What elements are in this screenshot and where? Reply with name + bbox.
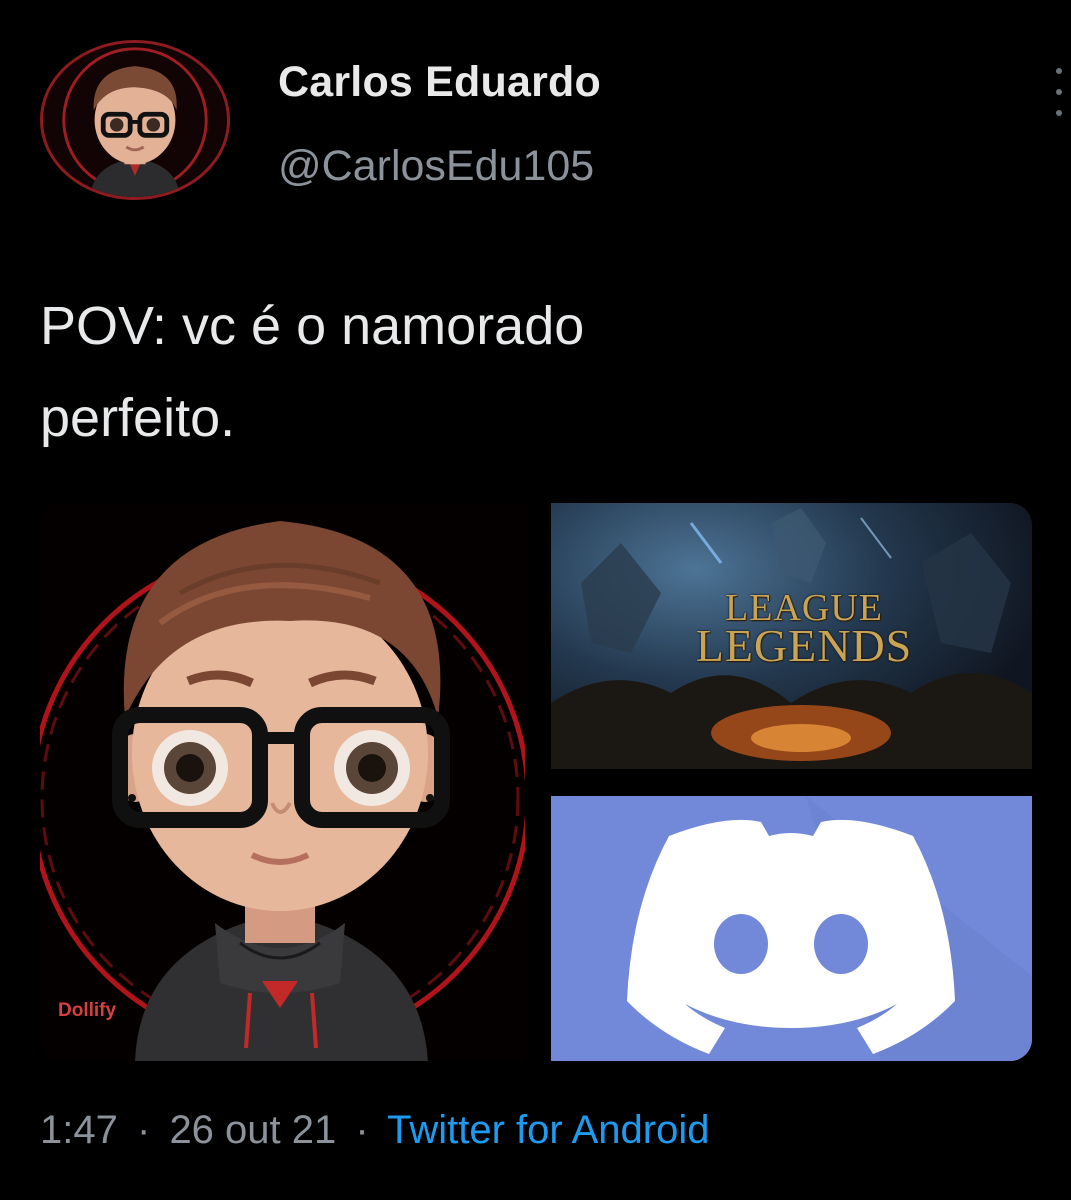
media-league-image[interactable]: LEAGUE LEGENDS (551, 503, 1032, 769)
avatar-image (43, 43, 227, 197)
meta-separator: · (355, 1108, 369, 1152)
tweet-date[interactable]: 26 out 21 (169, 1108, 336, 1152)
tweet-time[interactable]: 1:47 (40, 1108, 118, 1152)
user-handle[interactable]: @CarlosEdu105 (278, 142, 594, 191)
media-discord-image[interactable] (551, 796, 1032, 1061)
discord-logo-icon (551, 796, 1032, 1061)
league-logo-line-2: LEGENDS (695, 620, 913, 671)
tweet-text: POV: vc é o namorado perfeito. (40, 280, 1020, 464)
dollify-watermark: Dollify (58, 1000, 117, 1021)
tweet-text-line-1: POV: vc é o namorado (40, 296, 585, 356)
league-logo: LEAGUE LEGENDS (689, 589, 919, 671)
dollify-avatar-illustration (40, 503, 525, 1061)
tweet-card: Carlos Eduardo @CarlosEdu105 POV: vc é o… (0, 0, 1071, 1200)
display-name[interactable]: Carlos Eduardo (278, 58, 601, 107)
avatar[interactable] (40, 40, 230, 200)
more-options-icon[interactable] (1052, 68, 1066, 116)
tweet-metadata: 1:47 · 26 out 21 · Twitter for Android (40, 1108, 709, 1153)
media-grid: Dollify LEAGUE LEGENDS (40, 503, 1032, 1061)
tweet-text-line-2: perfeito. (40, 388, 236, 448)
meta-separator: · (136, 1108, 151, 1152)
media-avatar-image[interactable]: Dollify (40, 503, 525, 1061)
tweet-source-link[interactable]: Twitter for Android (387, 1108, 709, 1152)
